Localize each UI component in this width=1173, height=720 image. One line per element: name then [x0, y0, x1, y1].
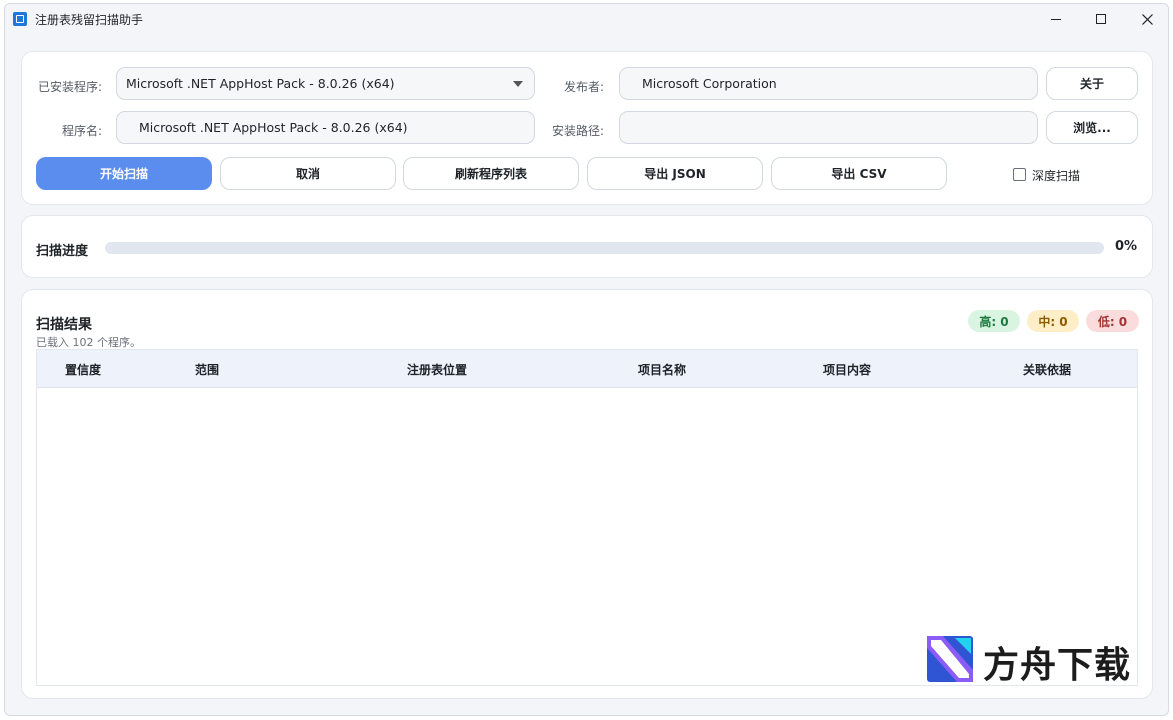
progress-percent: 0% — [1115, 239, 1138, 254]
column-header-registry-location[interactable]: 注册表位置 — [407, 361, 467, 378]
export-csv-button[interactable]: 导出 CSV — [771, 157, 947, 190]
watermark-text: 方舟下载 — [983, 645, 1132, 686]
chevron-down-icon — [513, 81, 523, 87]
close-icon — [1141, 13, 1153, 25]
title-bar: 注册表残留扫描助手 — [5, 4, 1168, 34]
installed-program-label: 已安装程序: — [37, 80, 102, 94]
about-button[interactable]: 关于 — [1046, 67, 1138, 100]
low-count-badge: 低: 0 — [1086, 310, 1139, 332]
export-json-button[interactable]: 导出 JSON — [587, 157, 763, 190]
results-subtitle: 已载入 102 个程序。 — [36, 336, 141, 349]
install-path-field[interactable] — [619, 111, 1038, 144]
high-count-badge: 高: 0 — [968, 310, 1020, 332]
refresh-program-list-button[interactable]: 刷新程序列表 — [403, 157, 579, 190]
minimize-button[interactable] — [1033, 4, 1079, 34]
progress-card: 扫描进度 0% — [21, 215, 1153, 278]
start-scan-button[interactable]: 开始扫描 — [36, 157, 212, 190]
watermark-logo-icon — [927, 636, 973, 682]
program-form-card: 已安装程序: Microsoft .NET AppHost Pack - 8.0… — [21, 51, 1153, 205]
cancel-button[interactable]: 取消 — [220, 157, 396, 190]
deep-scan-label[interactable]: 深度扫描 — [1032, 167, 1080, 184]
publisher-value: Microsoft Corporation — [642, 76, 777, 91]
results-title: 扫描结果 — [36, 317, 92, 333]
app-icon — [13, 12, 27, 26]
column-header-evidence[interactable]: 关联依据 — [1023, 361, 1071, 378]
program-name-field[interactable]: Microsoft .NET AppHost Pack - 8.0.26 (x6… — [116, 111, 535, 144]
minimize-icon — [1051, 18, 1061, 20]
maximize-button[interactable] — [1078, 4, 1124, 34]
progress-bar — [105, 242, 1104, 254]
close-button[interactable] — [1124, 4, 1168, 34]
installed-program-select[interactable]: Microsoft .NET AppHost Pack - 8.0.26 (x6… — [116, 67, 535, 100]
app-window: 注册表残留扫描助手 已安装程序: Microsoft .NET AppHost … — [4, 3, 1169, 716]
column-header-scope[interactable]: 范围 — [195, 361, 219, 378]
window-title: 注册表残留扫描助手 — [35, 13, 144, 27]
install-path-label: 安装路径: — [551, 124, 604, 138]
watermark: 方舟下载 — [923, 632, 1143, 688]
maximize-icon — [1096, 14, 1106, 24]
progress-label: 扫描进度 — [36, 244, 89, 259]
results-table-header: 置信度 范围 注册表位置 项目名称 项目内容 关联依据 — [37, 350, 1137, 388]
browse-button[interactable]: 浏览... — [1046, 111, 1138, 144]
medium-count-badge: 中: 0 — [1027, 310, 1079, 332]
publisher-label: 发布者: — [563, 80, 604, 94]
deep-scan-checkbox[interactable] — [1013, 168, 1026, 181]
program-name-label: 程序名: — [61, 124, 102, 138]
column-header-item-content[interactable]: 项目内容 — [823, 361, 871, 378]
installed-program-value: Microsoft .NET AppHost Pack - 8.0.26 (x6… — [126, 76, 395, 91]
publisher-field[interactable]: Microsoft Corporation — [619, 67, 1038, 100]
program-name-value: Microsoft .NET AppHost Pack - 8.0.26 (x6… — [139, 120, 408, 135]
column-header-confidence[interactable]: 置信度 — [65, 361, 101, 378]
column-header-item-name[interactable]: 项目名称 — [638, 361, 686, 378]
